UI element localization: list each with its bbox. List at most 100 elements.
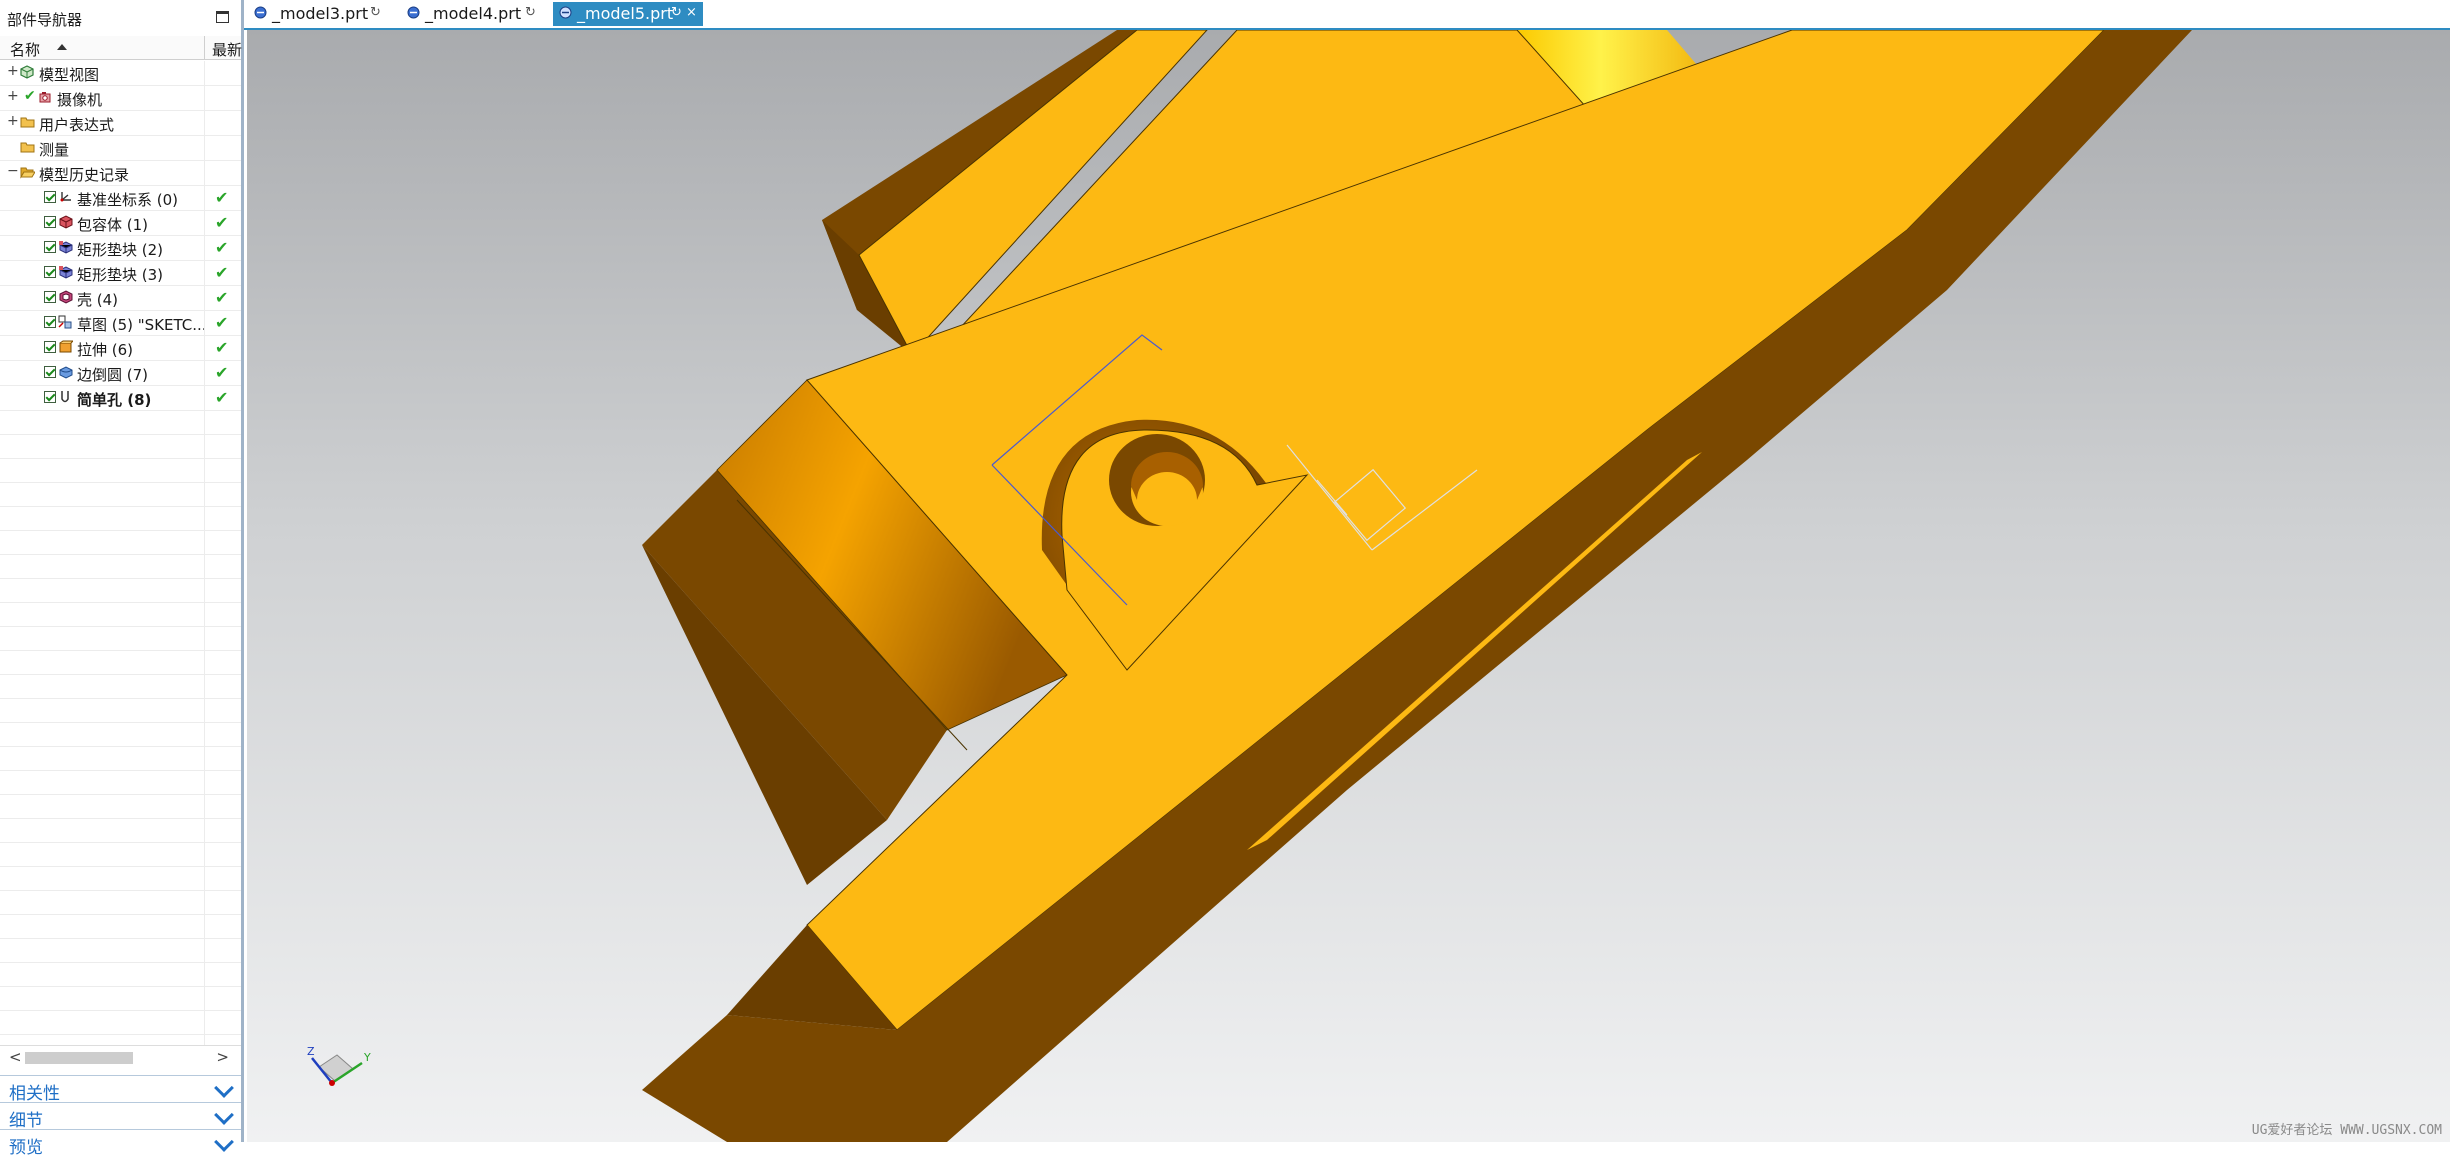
up-to-date-icon: ✔ bbox=[215, 188, 229, 207]
rect-pad-icon bbox=[59, 266, 73, 279]
bounding-body-icon bbox=[59, 215, 73, 229]
feature-row[interactable]: 草图 (5) "SKETC... ✔ bbox=[0, 311, 241, 336]
up-to-date-icon: ✔ bbox=[215, 338, 229, 357]
watermark: UG爱好者论坛 WWW.UGSNX.COM bbox=[2251, 1123, 2442, 1138]
feature-row[interactable]: 矩形垫块 (2) ✔ bbox=[0, 236, 241, 261]
feature-row[interactable]: 简单孔 (8) ✔ bbox=[0, 386, 241, 411]
visibility-checkbox[interactable] bbox=[44, 341, 56, 353]
feature-label: 草图 (5) "SKETC... bbox=[77, 316, 207, 334]
feature-row[interactable]: 壳 (4) ✔ bbox=[0, 286, 241, 311]
feature-label: 边倒圆 (7) bbox=[77, 366, 149, 384]
expand-icon[interactable]: + bbox=[7, 114, 19, 128]
graphics-viewport[interactable]: Z Y UG爱好者论坛 WWW.UGSNX.COM bbox=[247, 30, 2450, 1142]
folder-icon bbox=[20, 117, 35, 128]
visibility-checkbox[interactable] bbox=[44, 216, 56, 228]
camera-icon bbox=[39, 92, 51, 103]
triad-z-label: Z bbox=[307, 1045, 315, 1058]
tree-item-label: 模型视图 bbox=[39, 66, 100, 84]
refresh-icon: ↻ bbox=[525, 5, 536, 20]
feature-row[interactable]: 基准坐标系 (0) ✔ bbox=[0, 186, 241, 211]
part-file-icon bbox=[559, 6, 572, 19]
tree-item-measurements[interactable]: 测量 bbox=[0, 136, 241, 161]
feature-label: 简单孔 (8) bbox=[77, 391, 152, 409]
part-file-icon bbox=[407, 6, 420, 19]
up-to-date-icon: ✔ bbox=[215, 263, 229, 282]
tree-item-label: 摄像机 bbox=[57, 91, 103, 109]
feature-label: 拉伸 (6) bbox=[77, 341, 134, 359]
chevron-down-icon[interactable] bbox=[214, 1132, 234, 1152]
visibility-checkbox[interactable] bbox=[44, 191, 56, 203]
navigator-title: 部件导航器 bbox=[7, 11, 83, 29]
tree-item-user-expressions[interactable]: + 用户表达式 bbox=[0, 111, 241, 136]
tree-item-label: 模型历史记录 bbox=[39, 166, 130, 184]
tree-item-model-views[interactable]: + 模型视图 bbox=[0, 61, 241, 86]
expand-icon[interactable]: + bbox=[7, 64, 19, 78]
collapse-icon[interactable]: − bbox=[7, 164, 19, 178]
details-panel[interactable]: 细节 bbox=[0, 1102, 241, 1131]
scroll-left-button[interactable]: < bbox=[9, 1048, 22, 1066]
part-navigator: 部件导航器 名称 最新 + 模型视图 + ✔ 摄像机 + 用户表达式 测量 − … bbox=[0, 0, 244, 1158]
feature-label: 矩形垫块 (2) bbox=[77, 241, 164, 259]
navigator-column-header: 名称 最新 bbox=[0, 36, 242, 60]
rect-pad-icon bbox=[59, 241, 73, 254]
up-to-date-icon: ✔ bbox=[215, 363, 229, 382]
scroll-right-button[interactable]: > bbox=[216, 1048, 229, 1066]
tree-item-cameras[interactable]: + ✔ 摄像机 bbox=[0, 86, 241, 111]
feature-label: 包容体 (1) bbox=[77, 216, 149, 234]
document-tab-bar: _model3.prt ↻ _model4.prt ↻ _model5.prt … bbox=[244, 0, 2450, 30]
part-model[interactable]: Z Y bbox=[247, 30, 2450, 1142]
visibility-checkbox[interactable] bbox=[44, 366, 56, 378]
edge-blend-icon bbox=[59, 366, 73, 379]
column-name-header[interactable]: 名称 bbox=[10, 39, 40, 60]
model-view-icon bbox=[20, 65, 34, 79]
tab-model3[interactable]: _model3.prt ↻ bbox=[248, 2, 393, 26]
tree-item-label: 测量 bbox=[39, 141, 70, 159]
up-to-date-icon: ✔ bbox=[215, 388, 229, 407]
visibility-checkbox[interactable] bbox=[44, 316, 56, 328]
feature-row[interactable]: 边倒圆 (7) ✔ bbox=[0, 361, 241, 386]
panel-label: 细节 bbox=[9, 1111, 43, 1131]
expand-icon[interactable]: + bbox=[7, 89, 19, 103]
tab-model4[interactable]: _model4.prt ↻ bbox=[401, 2, 551, 26]
up-to-date-icon: ✔ bbox=[215, 288, 229, 307]
chevron-down-icon[interactable] bbox=[214, 1105, 234, 1125]
shell-icon bbox=[59, 290, 73, 304]
visibility-checkbox[interactable] bbox=[44, 241, 56, 253]
feature-row[interactable]: 矩形垫块 (3) ✔ bbox=[0, 261, 241, 286]
part-file-icon bbox=[254, 6, 267, 19]
feature-label: 矩形垫块 (3) bbox=[77, 266, 164, 284]
folder-open-icon bbox=[20, 167, 35, 179]
check-mark-icon: ✔ bbox=[24, 88, 36, 104]
feature-label: 壳 (4) bbox=[77, 291, 119, 309]
feature-row[interactable]: 拉伸 (6) ✔ bbox=[0, 336, 241, 361]
navigator-tree: + 模型视图 + ✔ 摄像机 + 用户表达式 测量 − 模型历史记录 基准坐标系… bbox=[0, 61, 241, 1059]
navigator-title-bar: 部件导航器 bbox=[0, 0, 241, 37]
column-latest-header[interactable]: 最新 bbox=[204, 36, 242, 59]
dependencies-panel[interactable]: 相关性 bbox=[0, 1075, 241, 1104]
refresh-icon: ↻ bbox=[370, 5, 381, 20]
folder-icon bbox=[20, 142, 35, 153]
visibility-checkbox[interactable] bbox=[44, 391, 56, 403]
triad-y-label: Y bbox=[363, 1051, 371, 1064]
extrude-icon bbox=[59, 340, 73, 353]
tree-item-model-history[interactable]: − 模型历史记录 bbox=[0, 161, 241, 186]
up-to-date-icon: ✔ bbox=[215, 238, 229, 257]
preview-panel[interactable]: 预览 bbox=[0, 1129, 241, 1158]
navigator-horizontal-scrollbar[interactable]: < > bbox=[0, 1045, 241, 1070]
tree-item-label: 用户表达式 bbox=[39, 116, 115, 134]
sort-ascending-icon[interactable] bbox=[57, 44, 67, 50]
up-to-date-icon: ✔ bbox=[215, 213, 229, 232]
chevron-down-icon[interactable] bbox=[214, 1078, 234, 1098]
feature-row[interactable]: 包容体 (1) ✔ bbox=[0, 211, 241, 236]
datum-csys-icon bbox=[60, 192, 71, 202]
tab-close-icon[interactable]: ↻ × bbox=[671, 5, 697, 20]
visibility-checkbox[interactable] bbox=[44, 291, 56, 303]
visibility-checkbox[interactable] bbox=[44, 266, 56, 278]
tab-model5[interactable]: _model5.prt ↻ × bbox=[553, 2, 703, 26]
sketch-icon bbox=[58, 315, 72, 329]
panel-label: 预览 bbox=[9, 1138, 43, 1158]
maximize-icon[interactable] bbox=[216, 11, 229, 23]
up-to-date-icon: ✔ bbox=[215, 313, 229, 332]
scrollbar-thumb[interactable] bbox=[25, 1052, 133, 1064]
feature-label: 基准坐标系 (0) bbox=[77, 191, 179, 209]
